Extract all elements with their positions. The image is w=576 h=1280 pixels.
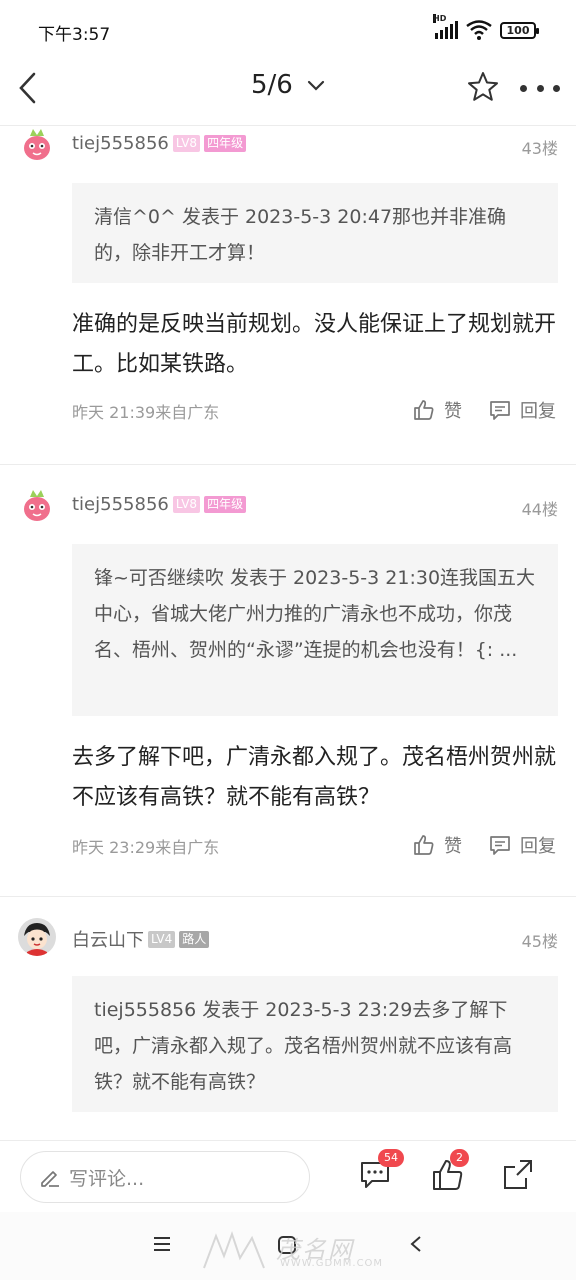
username-row: 白云山下 LV4 路人 — [72, 926, 210, 952]
watermark-logo-icon — [203, 1230, 265, 1269]
comment-icon — [490, 401, 510, 420]
level-badge: LV8 — [172, 135, 201, 152]
floor-number: 45楼 — [521, 932, 558, 951]
grade-badge: 路人 — [179, 930, 210, 948]
status-icons: HD 100 — [433, 14, 539, 40]
thumbs-up-icon — [414, 835, 434, 855]
level-badge: LV4 — [148, 930, 176, 948]
dot-icon — [553, 84, 560, 92]
post-43: tiej555856 LV8 四年级 43楼 清信^0^ 发表于 2023-5-… — [0, 127, 576, 464]
comments-button[interactable]: 54 — [358, 1149, 404, 1193]
floor-number: 44楼 — [521, 500, 558, 519]
like-label: 赞 — [444, 401, 462, 422]
username-row: tiej555856 LV8 四年级 — [72, 133, 247, 154]
username[interactable]: tiej555856 — [72, 494, 169, 515]
share-button[interactable] — [500, 1157, 536, 1193]
username-row: tiej555856 LV8 四年级 — [72, 494, 247, 515]
cartoon-avatar-icon — [18, 918, 56, 956]
like-label: 赞 — [444, 836, 462, 857]
post-45: 白云山下 LV4 路人 45楼 tiej555856 发表于 2023-5-3 … — [0, 918, 576, 1140]
bottom-action-bar: 写评论... 54 2 — [0, 1140, 576, 1212]
favorite-button[interactable] — [466, 70, 500, 104]
battery-icon: 100 — [500, 21, 539, 39]
page: 下午3:57 HD 100 5/6 tiej555856 LV8 四年级 43楼… — [0, 0, 576, 1280]
like-thread-button[interactable]: 2 — [430, 1149, 469, 1193]
reply-label: 回复 — [520, 401, 556, 422]
status-bar: 下午3:57 HD 100 — [0, 0, 576, 52]
comment-icon — [490, 836, 510, 855]
reply-button[interactable]: 回复 — [488, 832, 556, 858]
pitaya-avatar-icon — [24, 490, 50, 521]
quote-block[interactable]: 锋~可否继续吹 发表于 2023-5-3 21:30连我国五大中心，省城大佬广州… — [72, 544, 558, 716]
thread-header: 5/6 — [0, 52, 576, 126]
floor-number: 43楼 — [521, 139, 558, 158]
battery-level: 100 — [506, 23, 530, 37]
hd-indicator: HD — [433, 14, 447, 23]
pencil-icon — [41, 1171, 59, 1187]
system-nav-bar: 茂名网 WWW.GDMM.COM — [0, 1212, 576, 1280]
post-meta: 昨天 21:39来自广东 — [72, 403, 220, 422]
like-button[interactable]: 赞 — [412, 397, 462, 423]
level-badge: LV8 — [172, 496, 201, 513]
wifi-icon — [466, 20, 492, 40]
grade-badge: 四年级 — [204, 496, 247, 513]
status-time: 下午3:57 — [38, 25, 111, 45]
dot-icon — [520, 84, 527, 92]
star-icon — [468, 72, 498, 101]
back-nav-button[interactable] — [406, 1234, 430, 1258]
quote-block[interactable]: tiej555856 发表于 2023-5-3 23:29去多了解下吧，广清永都… — [72, 976, 558, 1112]
avatar[interactable] — [18, 488, 56, 526]
back-triangle-icon — [410, 1236, 421, 1252]
reply-button[interactable]: 回复 — [488, 397, 556, 423]
like-count-badge: 2 — [450, 1149, 469, 1167]
comment-placeholder: 写评论... — [69, 1167, 145, 1190]
quote-block[interactable]: 清信^0^ 发表于 2023-5-3 20:47那也并非准确的，除非开工才算！ — [72, 183, 558, 283]
watermark-url: WWW.GDMM.COM — [280, 1258, 384, 1269]
like-button[interactable]: 赞 — [412, 832, 462, 858]
post-44: tiej555856 LV8 四年级 44楼 锋~可否继续吹 发表于 2023-… — [0, 488, 576, 896]
avatar[interactable] — [18, 918, 56, 956]
comment-input[interactable]: 写评论... — [20, 1151, 310, 1203]
thumbs-up-icon — [414, 400, 434, 420]
post-divider — [0, 464, 576, 465]
reply-label: 回复 — [520, 836, 556, 857]
username[interactable]: tiej555856 — [72, 133, 169, 154]
post-content: 去多了解下吧，广清永都入规了。茂名梧州贺州就不应该有高铁？就不能有高铁？ — [72, 745, 557, 810]
menu-icon — [154, 1237, 170, 1251]
more-options-button[interactable] — [520, 82, 560, 94]
share-icon — [504, 1160, 532, 1189]
post-divider — [0, 896, 576, 897]
comment-count-badge: 54 — [378, 1149, 404, 1167]
post-content: 准确的是反映当前规划。没人能保证上了规划就开工。比如某铁路。 — [72, 312, 557, 377]
chevron-down-icon — [307, 80, 325, 91]
pitaya-avatar-icon — [24, 129, 50, 160]
username[interactable]: 白云山下 — [72, 926, 144, 952]
site-watermark: 茂名网 WWW.GDMM.COM — [196, 1228, 396, 1274]
avatar[interactable] — [18, 127, 56, 165]
grade-badge: 四年级 — [204, 135, 247, 152]
dot-icon — [536, 84, 544, 92]
signal-icon: HD — [433, 14, 458, 39]
post-meta: 昨天 23:29来自广东 — [72, 838, 220, 857]
menu-nav-button[interactable] — [152, 1234, 176, 1258]
page-indicator-label: 5/6 — [250, 70, 293, 100]
